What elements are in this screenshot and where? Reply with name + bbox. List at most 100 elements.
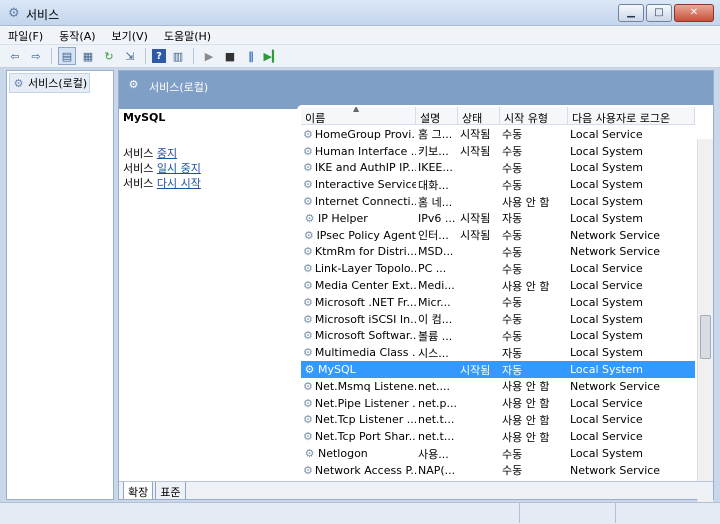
service-row[interactable]: ⚙ Net.Pipe Listener ... net.p... 사용 안 함 Loca… xyxy=(301,395,695,412)
service-row[interactable]: ⚙ Internet Connecti... 홈 네... 사용 안 함 Local S… xyxy=(301,193,695,210)
service-startup-type: 자동 xyxy=(502,363,523,377)
play-icon[interactable]: ▶ xyxy=(200,47,218,65)
column-header-logon-as[interactable]: 다음 사용자로 로그온 xyxy=(568,107,695,125)
service-description: net.p... xyxy=(418,396,458,410)
service-row[interactable]: ⚙ Link-Layer Topolo... PC ... 수동 Local Servi… xyxy=(301,260,695,277)
service-startup-type: 수동 xyxy=(502,128,523,142)
service-startup-type: 수동 xyxy=(502,464,523,478)
service-description: 홈 그... xyxy=(418,128,453,142)
service-row[interactable]: ⚙ Network Access P... NAP(... 수동 Network Ser… xyxy=(301,462,695,479)
service-logon-as: Local System xyxy=(570,195,644,209)
column-label: 이름 xyxy=(305,111,326,125)
column-header-name[interactable]: 이름 ▲ xyxy=(301,107,416,125)
gear-icon: ⚙ xyxy=(303,413,313,427)
service-logon-as: Network Service xyxy=(570,228,661,242)
service-name-text: Net.Tcp Port Shar... xyxy=(314,430,416,444)
service-name: ⚙ Multimedia Class ... xyxy=(301,346,416,359)
service-row[interactable]: ⚙ MySQL 시작됨 자동 Local System xyxy=(301,361,695,378)
service-row[interactable]: ⚙Interactive Service...대화... 수동 Local Syst… xyxy=(301,176,695,193)
service-name: ⚙ Microsoft iSCSI In... xyxy=(301,313,416,326)
service-name: ⚙ Human Interface ... xyxy=(301,145,416,158)
export-icon[interactable]: ⇲ xyxy=(121,47,139,65)
refresh-icon[interactable]: ↻ xyxy=(100,47,118,65)
service-name-text: KtmRm for Distri... xyxy=(314,245,416,259)
gear-icon: ⚙ xyxy=(128,78,139,91)
service-name: ⚙ Microsoft .NET Fr... xyxy=(301,296,416,309)
service-name: ⚙ Link-Layer Topolo... xyxy=(301,262,416,275)
gear-icon: ⚙ xyxy=(303,379,313,393)
service-description: Micr... xyxy=(418,295,451,309)
service-row[interactable]: ⚙ Microsoft Softwar... 볼륨 ... 수동 Local Syste… xyxy=(301,328,695,345)
service-description: 사용... xyxy=(418,447,449,461)
maximize-button[interactable]: □ xyxy=(646,4,672,22)
service-startup-type: 사용 안 함 xyxy=(502,195,550,209)
service-row[interactable]: ⚙ Multimedia Class ... 시스... 자동 Local System xyxy=(301,344,695,361)
service-row[interactable]: ⚙ IPsec Policy Agent 인터... 시작됨 수동 Network Ser… xyxy=(301,227,695,244)
service-description-pane: MySQL 서비스 중지 서비스 일시 중지 서비스 다시 시작 xyxy=(119,109,297,479)
service-name: ⚙Interactive Service... xyxy=(301,178,416,191)
service-row[interactable]: ⚙ KtmRm for Distri... MSD... 수동 Network Serv… xyxy=(301,244,695,261)
service-row[interactable]: ⚙ IKE and AuthIP IP... IKEE... 수동 Local Syst… xyxy=(301,160,695,177)
restart-icon[interactable]: ▶▎ xyxy=(263,47,281,65)
service-row[interactable]: ⚙ Human Interface ... 키보... 시작됨 수동 Local Syst… xyxy=(301,143,695,160)
console-tree-icon[interactable]: ▤ xyxy=(58,47,76,65)
service-name-text: Netlogon xyxy=(318,447,368,461)
column-header-status[interactable]: 상태 xyxy=(458,107,500,125)
service-startup-type: 수동 xyxy=(502,447,523,461)
service-name: ⚙ IKE and AuthIP IP... xyxy=(301,161,416,174)
service-startup-type: 수동 xyxy=(502,329,523,343)
pause-service-link[interactable]: 일시 중지 xyxy=(157,162,201,175)
service-startup-type: 수동 xyxy=(502,296,523,310)
restart-service-link[interactable]: 다시 시작 xyxy=(157,177,201,190)
service-description: Medi... xyxy=(418,279,455,293)
service-startup-type: 수동 xyxy=(502,145,523,159)
gear-icon: ⚙ xyxy=(13,76,24,90)
gear-icon: ⚙ xyxy=(303,463,313,477)
minimize-button[interactable]: ▁ xyxy=(618,4,644,22)
action-pane-icon[interactable]: ▥ xyxy=(169,47,187,65)
service-row[interactable]: ⚙ HomeGroup Provi... 홈 그... 시작됨 수동 Local Serv… xyxy=(301,126,695,143)
window-title: 서비스 xyxy=(26,8,60,22)
service-logon-as: Local Service xyxy=(570,279,643,293)
service-description: 인터... xyxy=(418,229,449,243)
pause-icon[interactable]: ∥ xyxy=(242,47,260,65)
column-header-description[interactable]: 설명 xyxy=(416,107,458,125)
back-arrow-icon[interactable]: ⇦ xyxy=(6,47,24,65)
service-row[interactable]: ⚙ Microsoft iSCSI In... 이 컴... 수동 Local Syst… xyxy=(301,311,695,328)
service-startup-type: 수동 xyxy=(502,161,523,175)
service-logon-as: Local System xyxy=(570,363,644,377)
service-row[interactable]: ⚙ Microsoft .NET Fr... Micr... 수동 Local Syst… xyxy=(301,294,695,311)
service-row[interactable]: ⚙ IP Helper IPv6 ... 시작됨 자동 Local System xyxy=(301,210,695,227)
properties-icon[interactable]: ▦ xyxy=(79,47,97,65)
gear-icon: ⚙ xyxy=(304,211,315,225)
help-icon[interactable]: ? xyxy=(152,49,166,63)
service-name-text: Microsoft Softwar... xyxy=(314,329,416,343)
menu-view[interactable]: 보기(V) xyxy=(104,26,156,44)
menu-file[interactable]: 파일(F) xyxy=(0,26,51,44)
close-button[interactable]: ✕ xyxy=(674,4,714,22)
service-row[interactable]: ⚙ Net.Tcp Port Shar... net.t... 사용 안 함 Local… xyxy=(301,428,695,445)
service-row[interactable]: ⚙ Netlogon 사용... 수동 Local System xyxy=(301,445,695,462)
tab-extended[interactable]: 확장 xyxy=(123,482,154,499)
column-header-startup-type[interactable]: 시작 유형 xyxy=(500,107,568,125)
service-logon-as: Local System xyxy=(570,447,644,461)
service-name: ⚙ HomeGroup Provi... xyxy=(301,128,416,141)
status-bar xyxy=(0,502,720,524)
content-pane: ⚙ 서비스(로컬) MySQL 서비스 중지 서비스 일시 중지 서비스 다시 … xyxy=(118,70,714,513)
service-row[interactable]: ⚙ Net.Msmq Listene... net.... 사용 안 함 Network… xyxy=(301,378,695,395)
tree-item-services-local[interactable]: ⚙ 서비스(로컬) xyxy=(9,73,91,93)
service-status: 시작됨 xyxy=(460,363,491,377)
stop-icon[interactable]: ■ xyxy=(221,47,239,65)
service-name-text: Net.Pipe Listener ... xyxy=(314,396,416,410)
service-description: 볼륨 ... xyxy=(418,329,453,343)
tab-standard[interactable]: 표준 xyxy=(155,482,186,499)
service-row[interactable]: ⚙ Media Center Ext... Medi... 사용 안 함 Local S… xyxy=(301,277,695,294)
service-logon-as: Local System xyxy=(570,329,644,343)
forward-arrow-icon[interactable]: ⇨ xyxy=(27,47,45,65)
menu-action[interactable]: 동작(A) xyxy=(51,26,103,44)
stop-service-link[interactable]: 중지 xyxy=(157,147,177,160)
service-row[interactable]: ⚙ Net.Tcp Listener ... net.t... 사용 안 함 Local… xyxy=(301,412,695,429)
vertical-scrollbar[interactable] xyxy=(697,139,713,513)
menu-help[interactable]: 도움말(H) xyxy=(156,26,219,44)
scrollbar-thumb[interactable] xyxy=(700,315,711,359)
